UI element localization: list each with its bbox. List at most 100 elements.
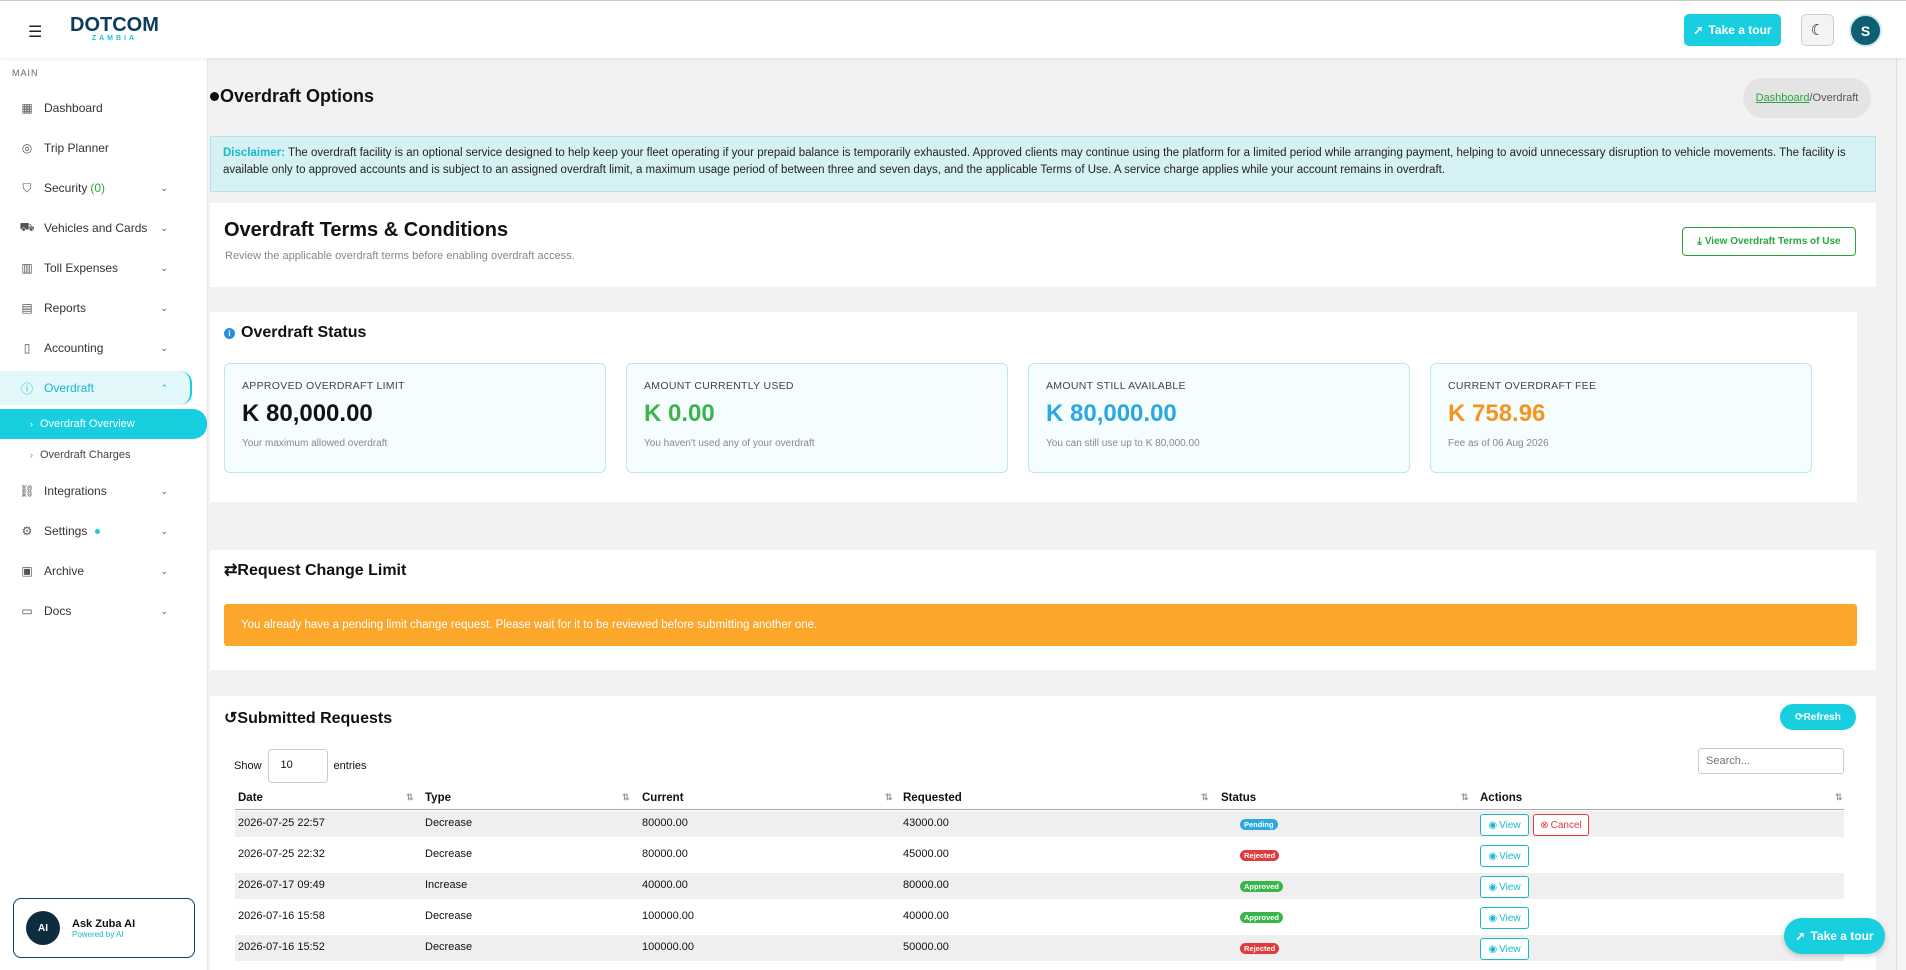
eye-icon: ◉	[1488, 881, 1498, 893]
stat-hint: Your maximum allowed overdraft	[242, 438, 388, 449]
chevron-down-icon: ⌄	[160, 222, 168, 233]
sort-icon[interactable]: ⇅	[1835, 792, 1843, 803]
page-scrollbar[interactable]	[1896, 0, 1906, 970]
sidebar-item-toll-expenses[interactable]: ▥ Toll Expenses ⌄	[0, 251, 190, 285]
sidebar-item-label: Trip Planner	[44, 141, 109, 155]
column-header-current[interactable]: Current	[642, 792, 684, 804]
view-label: View	[1499, 819, 1521, 831]
take-tour-button[interactable]: ➚ Take a tour	[1684, 14, 1781, 46]
document-icon: ▭	[21, 604, 33, 618]
download-icon: ⤓	[1697, 236, 1702, 247]
sidebar-item-docs[interactable]: ▭ Docs ⌄	[0, 594, 190, 628]
column-header-requested[interactable]: Requested	[903, 792, 962, 804]
cell-requested: 43000.00	[903, 817, 949, 829]
cell-current: 40000.00	[642, 879, 688, 891]
sidebar-item-label: Settings	[44, 524, 88, 538]
logo[interactable]: DOTCOM ZAMBIA	[70, 15, 159, 43]
sidebar-item-settings[interactable]: ⚙ Settings ⌄	[0, 514, 190, 548]
shield-icon: ⛉	[22, 180, 32, 195]
chevron-down-icon: ⌄	[160, 605, 168, 616]
cell-type: Decrease	[425, 910, 473, 922]
view-button[interactable]: ◉ View	[1480, 876, 1529, 898]
floating-tour-label: Take a tour	[1810, 929, 1874, 943]
chevron-up-icon: ⌃	[160, 382, 168, 393]
sidebar-item-label: Toll Expenses	[44, 261, 119, 275]
take-tour-label: Take a tour	[1708, 23, 1772, 37]
cell-requested: 45000.00	[903, 848, 949, 860]
sidebar-item-security[interactable]: ⛉ Security (0) ⌄	[0, 171, 190, 205]
stat-value: K 80,000.00	[242, 400, 373, 427]
book-icon: ▯	[23, 341, 31, 355]
sidebar-item-reports[interactable]: ▤ Reports ⌄	[0, 291, 190, 325]
stat-label: AMOUNT STILL AVAILABLE	[1046, 380, 1186, 392]
dashboard-icon: ▦	[21, 101, 33, 115]
sidebar-item-label: Security	[44, 181, 88, 195]
rocket-icon: ➚	[1795, 929, 1806, 943]
cell-current: 80000.00	[642, 848, 688, 860]
sidebar-item-dashboard[interactable]: ▦ Dashboard	[0, 91, 190, 125]
view-label: View	[1499, 912, 1521, 924]
top-bar: ☰ DOTCOM ZAMBIA ➚ Take a tour ☾ S	[0, 0, 1906, 58]
column-header-date[interactable]: Date	[238, 792, 263, 804]
request-title-text: Request Change Limit	[237, 562, 407, 579]
menu-icon[interactable]: ☰	[28, 22, 42, 42]
sidebar-item-overdraft[interactable]: ⓘ Overdraft ⌃	[0, 371, 192, 405]
avatar[interactable]: S	[1849, 14, 1882, 47]
view-label: View	[1499, 881, 1521, 893]
theme-toggle-button[interactable]: ☾	[1801, 14, 1834, 46]
view-terms-button[interactable]: ⤓ View Overdraft Terms of Use	[1682, 227, 1856, 256]
notification-dot	[95, 528, 101, 534]
stat-label: CURRENT OVERDRAFT FEE	[1448, 380, 1597, 392]
cell-type: Decrease	[425, 941, 473, 953]
cell-current: 80000.00	[642, 817, 688, 829]
stat-hint: You can still use up to K 80,000.00	[1046, 438, 1200, 449]
sidebar-subitem-overdraft-charges[interactable]: › Overdraft Charges	[0, 440, 207, 470]
stat-amount-available: AMOUNT STILL AVAILABLE K 80,000.00 You c…	[1028, 363, 1410, 473]
sidebar-item-accounting[interactable]: ▯ Accounting ⌄	[0, 331, 190, 365]
eye-icon: ◉	[1488, 819, 1498, 831]
column-header-type[interactable]: Type	[425, 792, 451, 804]
status-badge: Approved	[1240, 881, 1284, 892]
cell-date: 2026-07-25 22:32	[238, 848, 325, 860]
request-change-limit-card: ⇄Request Change Limit You already have a…	[210, 550, 1876, 670]
cell-type: Decrease	[425, 817, 473, 829]
cell-date: 2026-07-17 09:49	[238, 879, 325, 891]
sidebar-item-integrations[interactable]: ⛓ Integrations ⌄	[0, 474, 190, 508]
sidebar-subitem-overdraft-overview[interactable]: › Overdraft Overview	[0, 409, 207, 439]
entries-select[interactable]: 10	[267, 749, 328, 783]
cancel-button[interactable]: ⊗ Cancel	[1533, 814, 1589, 836]
stat-approved-limit: APPROVED OVERDRAFT LIMIT K 80,000.00 You…	[224, 363, 606, 473]
cell-date: 2026-07-25 22:57	[238, 817, 325, 829]
link-icon: ⛓	[19, 484, 35, 498]
view-button[interactable]: ◉ View	[1480, 907, 1529, 929]
sort-icon[interactable]: ⇅	[1201, 792, 1209, 803]
bullet-icon	[210, 92, 219, 101]
sidebar-item-vehicles[interactable]: ⛟ Vehicles and Cards ⌄	[0, 211, 190, 245]
sort-icon[interactable]: ⇅	[406, 792, 414, 803]
stat-amount-used: AMOUNT CURRENTLY USED K 0.00 You haven't…	[626, 363, 1008, 473]
terms-title: Overdraft Terms & Conditions	[224, 219, 509, 241]
cell-requested: 80000.00	[903, 879, 949, 891]
cell-date: 2026-07-16 15:58	[238, 910, 325, 922]
stat-overdraft-fee: CURRENT OVERDRAFT FEE K 758.96 Fee as of…	[1430, 363, 1812, 473]
map-pin-icon: ◎	[21, 141, 33, 155]
sidebar-item-archive[interactable]: ▣ Archive ⌄	[0, 554, 190, 588]
sidebar-item-label: Dashboard	[44, 101, 103, 115]
ask-zuba-ai-button[interactable]: AI Ask Zuba AI Powered by AI	[13, 898, 195, 958]
terms-card: Overdraft Terms & Conditions Review the …	[210, 203, 1876, 287]
breadcrumb-current: Overdraft	[1812, 92, 1859, 104]
refresh-button[interactable]: ⟳ Refresh	[1780, 704, 1856, 730]
sort-icon[interactable]: ⇅	[885, 792, 893, 803]
breadcrumb-dashboard-link[interactable]: Dashboard	[1756, 92, 1810, 104]
info-icon: i	[224, 327, 235, 339]
sort-icon[interactable]: ⇅	[622, 792, 630, 803]
table-search-input[interactable]	[1698, 748, 1844, 774]
floating-take-tour-button[interactable]: ➚ Take a tour	[1784, 918, 1885, 954]
sort-icon[interactable]: ⇅	[1461, 792, 1469, 803]
view-button[interactable]: ◉ View	[1480, 938, 1529, 960]
view-button[interactable]: ◉ View	[1480, 845, 1529, 867]
chevron-down-icon: ⌄	[160, 262, 168, 273]
sidebar-item-trip-planner[interactable]: ◎ Trip Planner	[0, 131, 190, 165]
column-header-status[interactable]: Status	[1221, 792, 1256, 804]
view-button[interactable]: ◉ View	[1480, 814, 1529, 836]
